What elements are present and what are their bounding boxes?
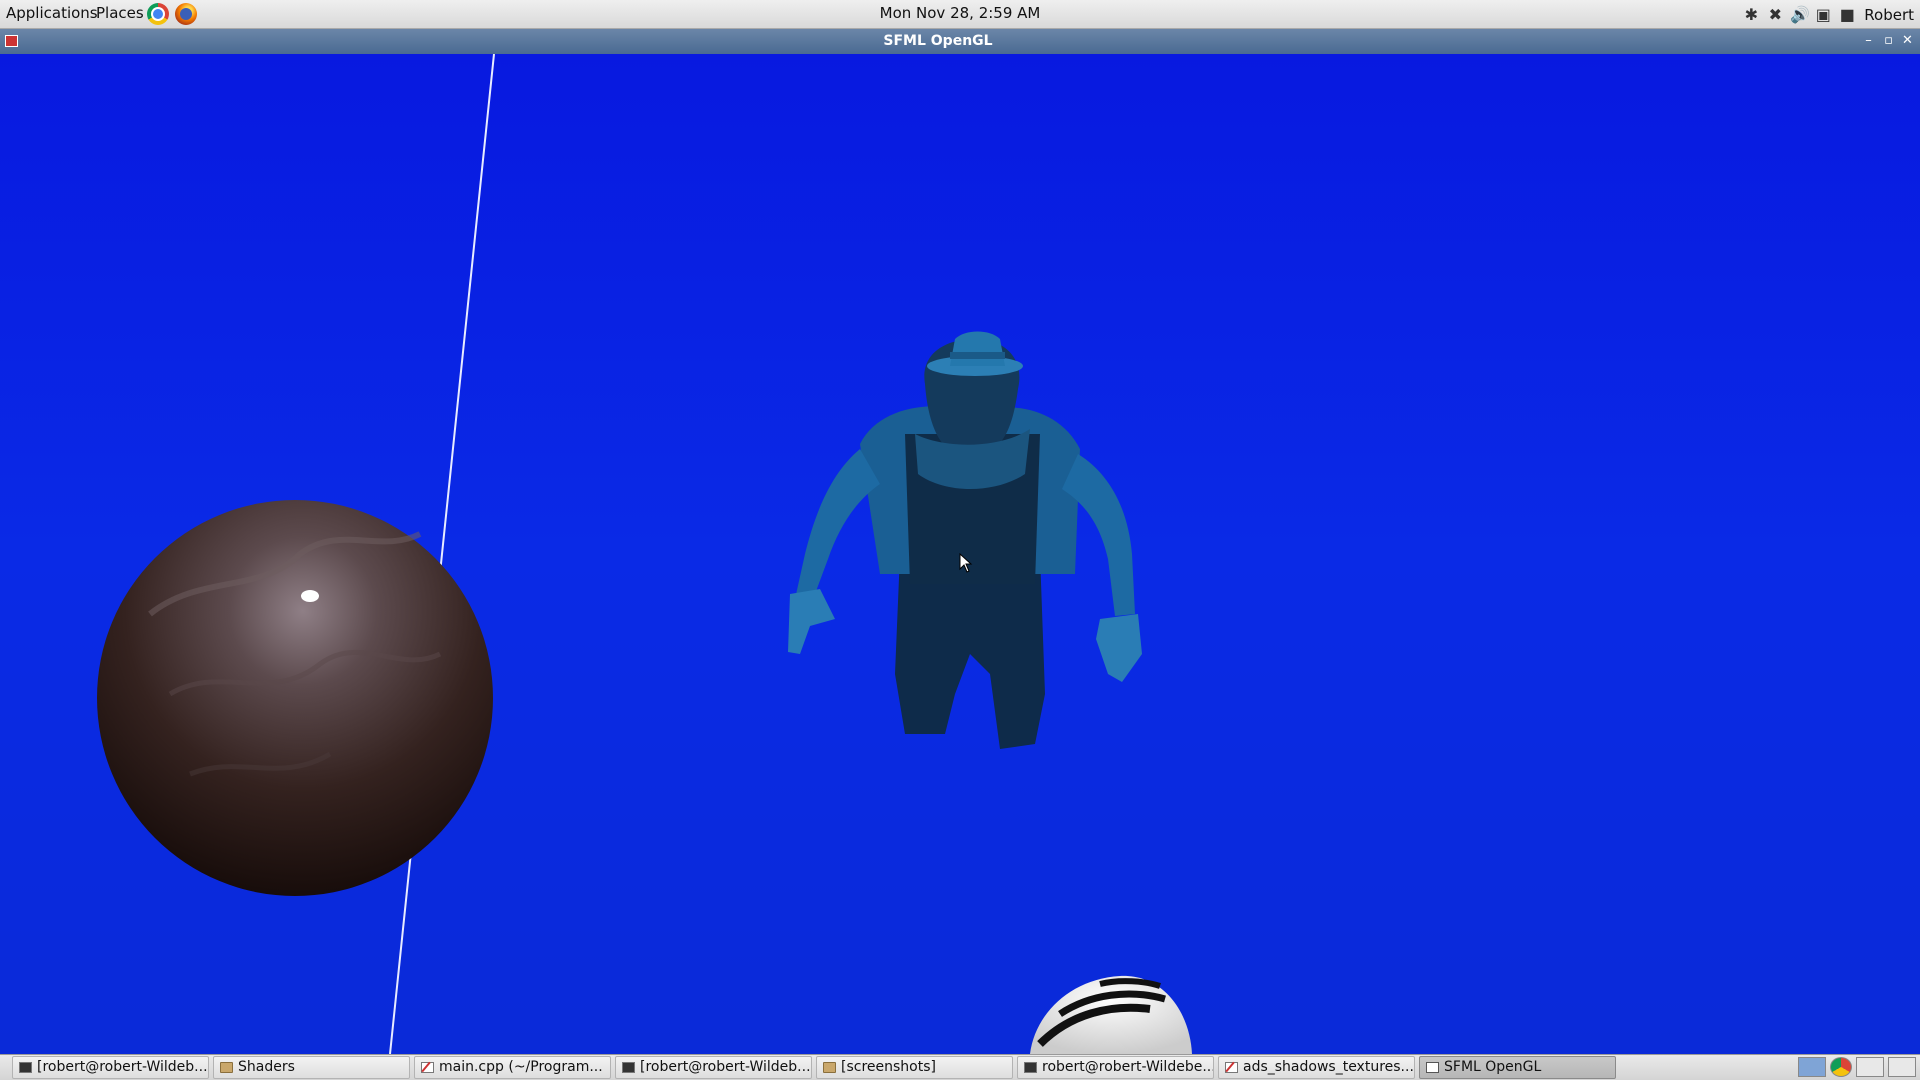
text-editor-icon	[421, 1062, 434, 1073]
volume-icon[interactable]: 🔊	[1790, 5, 1810, 24]
system-tray: ✱ ✖ 🔊 ▣ ■ Robert	[1742, 0, 1914, 29]
chrome-icon[interactable]	[1830, 1057, 1852, 1077]
character-model	[788, 331, 1142, 749]
task-label: SFML OpenGL	[1444, 1059, 1542, 1075]
textured-sphere	[97, 500, 493, 896]
task-screenshots-folder[interactable]: [screenshots]	[816, 1056, 1013, 1079]
task-label: [screenshots]	[841, 1059, 936, 1075]
window-title: SFML OpenGL	[883, 33, 993, 49]
folder-icon	[220, 1062, 233, 1073]
task-ads-shadows[interactable]: ads_shadows_textures...	[1218, 1056, 1415, 1079]
folder-icon	[823, 1062, 836, 1073]
task-label: [robert@robert-Wildeb...	[640, 1059, 811, 1075]
task-label: ads_shadows_textures...	[1243, 1059, 1414, 1075]
maximize-icon[interactable]: ▫	[1881, 34, 1896, 49]
chat-icon[interactable]: ■	[1838, 5, 1856, 24]
workspace-switcher-icon[interactable]	[1798, 1057, 1826, 1077]
task-label: main.cpp (~/Program...	[439, 1059, 603, 1075]
applet-icon[interactable]	[1856, 1057, 1884, 1077]
display-icon[interactable]: ▣	[1814, 5, 1832, 24]
show-desktop-icon[interactable]	[1888, 1057, 1916, 1077]
task-terminal-1[interactable]: [robert@robert-Wildeb...	[12, 1056, 209, 1079]
task-label: Shaders	[238, 1059, 295, 1075]
bottom-taskbar: [robert@robert-Wildeb... Shaders main.cp…	[0, 1054, 1920, 1080]
task-shaders-folder[interactable]: Shaders	[213, 1056, 410, 1079]
close-icon[interactable]: ✕	[1900, 34, 1915, 49]
mouse-cursor-icon	[959, 553, 973, 573]
window-titlebar[interactable]: SFML OpenGL – ▫ ✕	[0, 29, 1920, 54]
task-terminal-3[interactable]: robert@robert-Wildebe...	[1017, 1056, 1214, 1079]
terminal-icon	[622, 1062, 635, 1073]
task-label: robert@robert-Wildebe...	[1042, 1059, 1214, 1075]
task-main-cpp[interactable]: main.cpp (~/Program...	[414, 1056, 611, 1079]
minimize-icon[interactable]: –	[1861, 34, 1876, 49]
text-editor-icon	[1225, 1062, 1238, 1073]
user-menu[interactable]: Robert	[1864, 6, 1914, 24]
terminal-icon	[1024, 1062, 1037, 1073]
clock[interactable]: Mon Nov 28, 2:59 AM	[0, 4, 1920, 22]
striped-object	[1030, 975, 1192, 1054]
task-terminal-2[interactable]: [robert@robert-Wildeb...	[615, 1056, 812, 1079]
window-icon	[1426, 1062, 1439, 1073]
task-label: [robert@robert-Wildeb...	[37, 1059, 208, 1075]
task-sfml-opengl[interactable]: SFML OpenGL	[1419, 1056, 1616, 1079]
network-disconnected-icon[interactable]: ✖	[1766, 5, 1784, 24]
terminal-icon	[19, 1062, 32, 1073]
bluetooth-icon[interactable]: ✱	[1742, 5, 1760, 24]
top-panel: Applications Places Mon Nov 28, 2:59 AM …	[0, 0, 1920, 29]
opengl-canvas[interactable]	[0, 54, 1920, 1054]
bottom-tray	[1798, 1057, 1916, 1077]
